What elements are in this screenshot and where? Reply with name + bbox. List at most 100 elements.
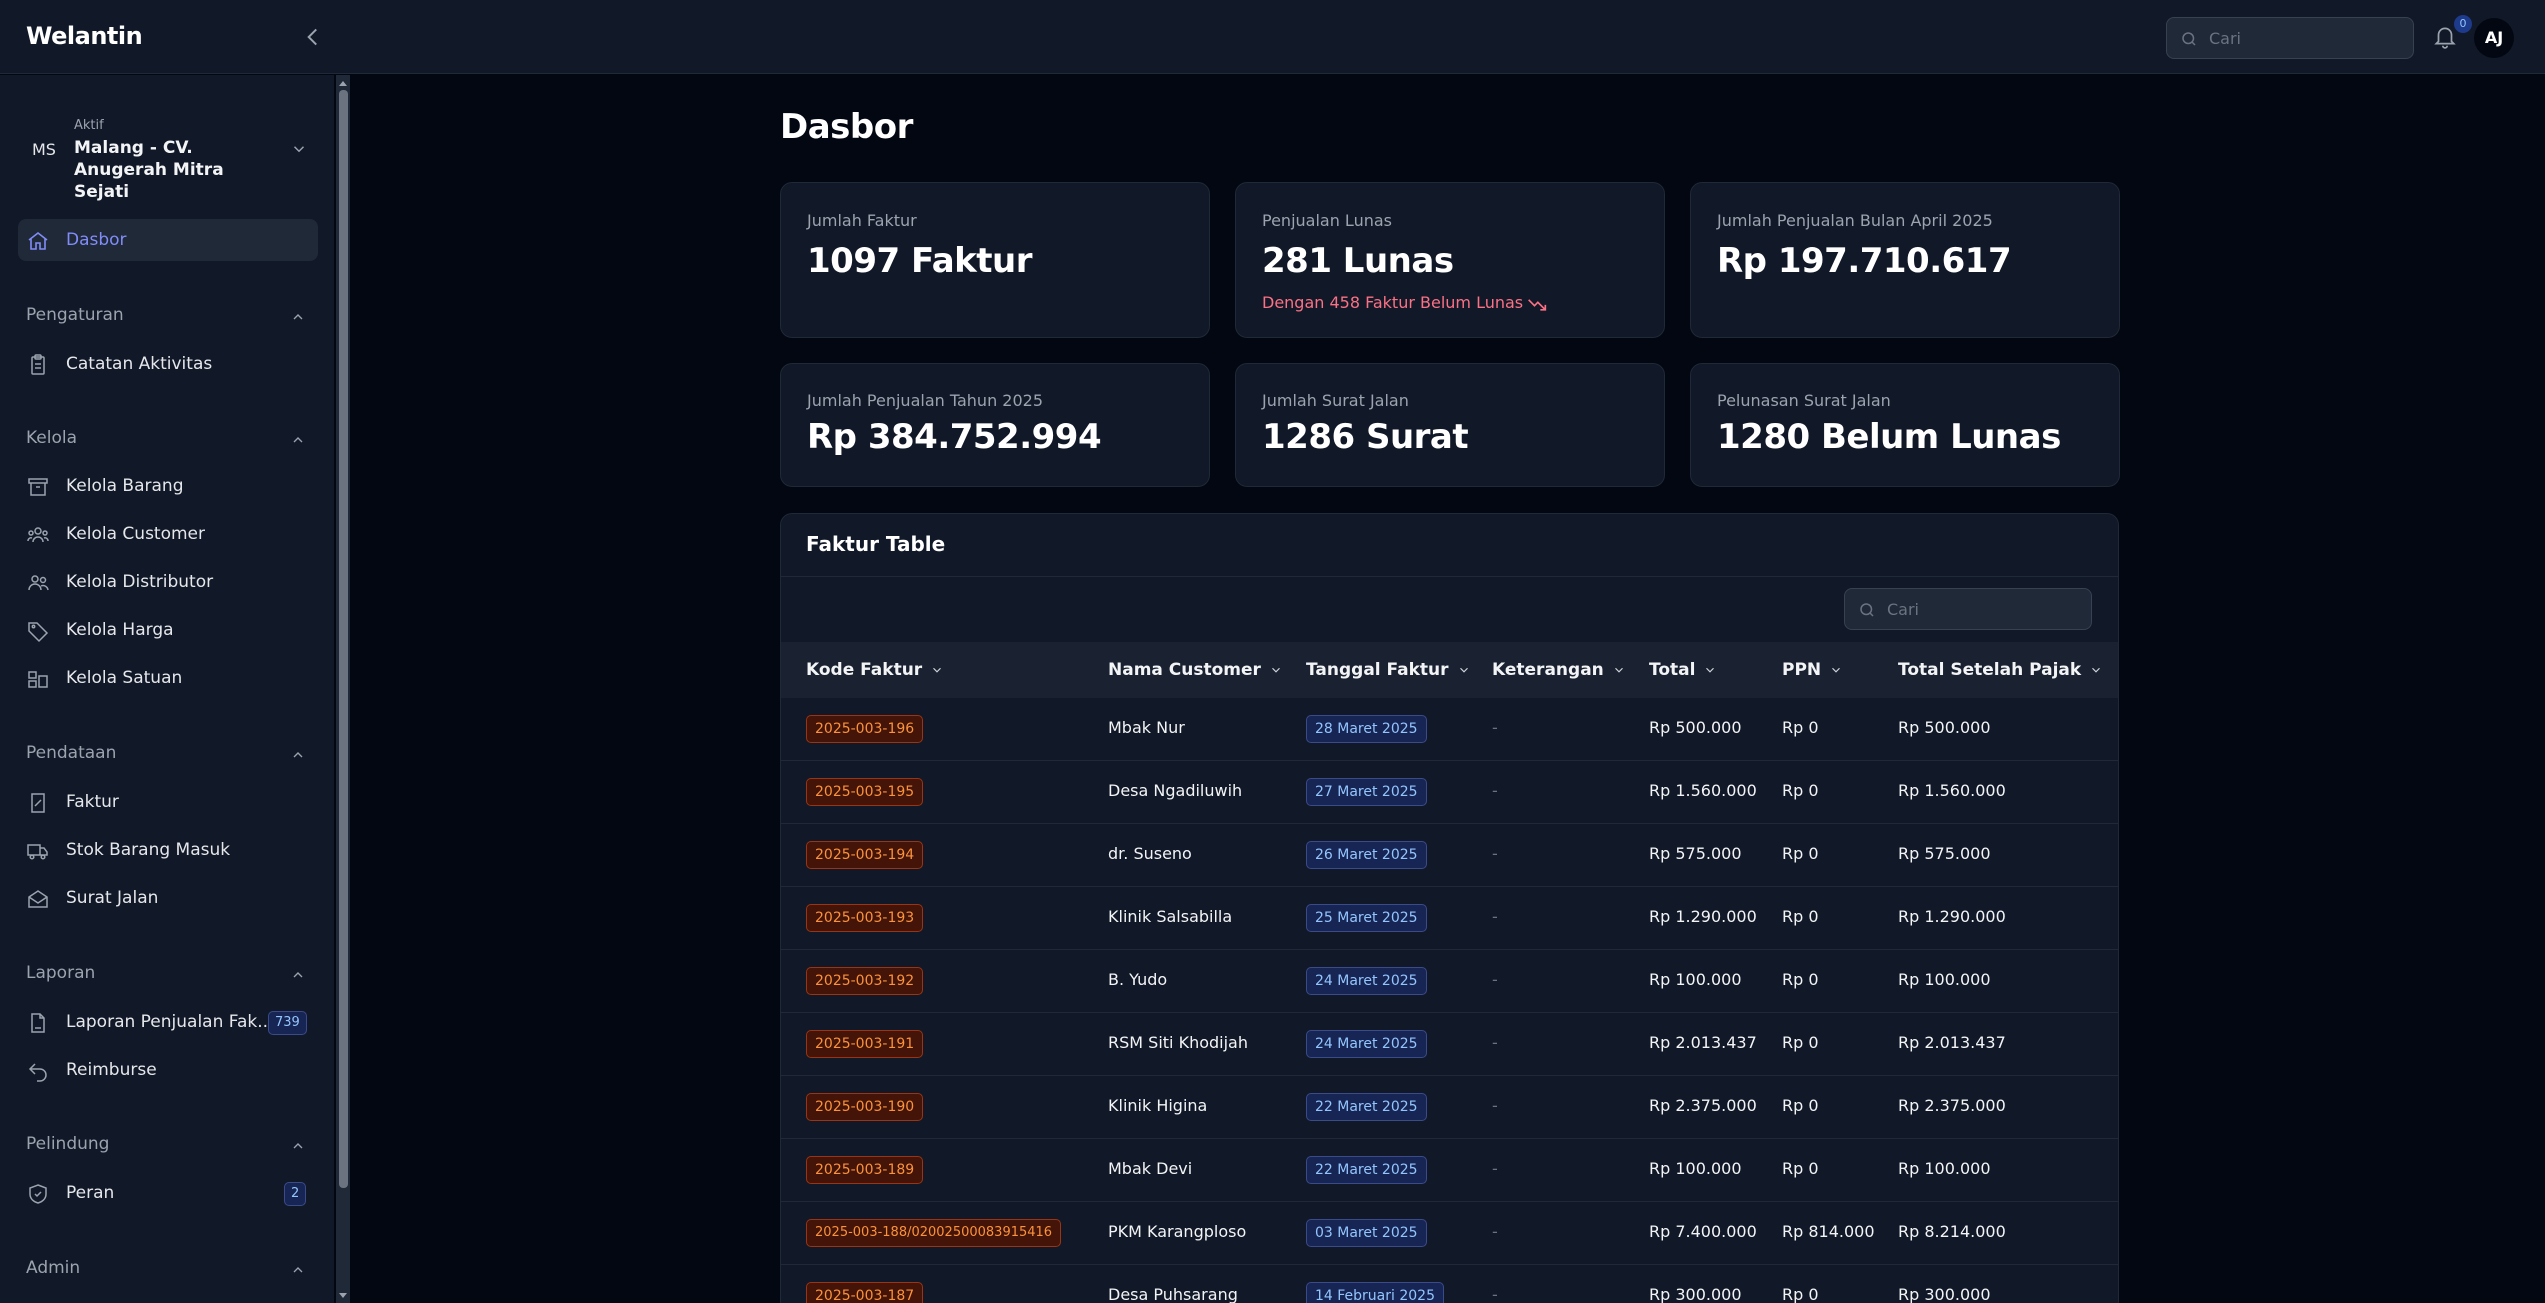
table-header: Kode Faktur Nama Customer Tanggal Faktur…	[781, 642, 2118, 698]
table-row[interactable]: 2025-003-195 Desa Ngadiluwih 27 Maret 20…	[781, 761, 2118, 824]
total-cell: Rp 1.290.000	[1649, 907, 1757, 926]
sidebar-item-kelola-barang[interactable]: Kelola Barang	[18, 465, 318, 507]
ppn-cell: Rp 814.000	[1782, 1222, 1875, 1241]
column-header-label: Tanggal Faktur	[1306, 660, 1449, 680]
chevron-down-icon	[1706, 667, 1715, 673]
user-avatar[interactable]: AJ	[2474, 18, 2514, 58]
total-after-tax-cell: Rp 1.560.000	[1898, 781, 2006, 800]
section-kelola[interactable]: Kelola	[26, 428, 306, 452]
chevron-down-icon	[933, 667, 942, 673]
sidebar-item-label: Kelola Barang	[66, 476, 184, 496]
column-header-kode-faktur[interactable]: Kode Faktur	[806, 660, 944, 680]
column-header-label: Total Setelah Pajak	[1898, 660, 2082, 680]
org-switcher[interactable]: MS Aktif Malang - CV. Anugerah Mitra Sej…	[18, 110, 318, 202]
sidebar-item-kelola-satuan[interactable]: Kelola Satuan	[18, 657, 318, 699]
sidebar-item-faktur[interactable]: Faktur	[18, 781, 318, 823]
column-header-label: Total	[1649, 660, 1696, 680]
stat-value: Rp 384.752.994	[807, 417, 1102, 457]
column-header-ppn[interactable]: PPN	[1782, 660, 1843, 680]
total-cell: Rp 300.000	[1649, 1285, 1742, 1303]
sidebar-item-kelola-distributor[interactable]: Kelola Distributor	[18, 561, 318, 603]
tanggal-badge: 24 Maret 2025	[1306, 967, 1427, 995]
total-after-tax-cell: Rp 300.000	[1898, 1285, 1991, 1303]
global-search[interactable]	[2166, 17, 2414, 59]
column-header-total-setelah-pajak[interactable]: Total Setelah Pajak	[1898, 660, 2103, 680]
stat-card-pelunasan-surat-jalan: Pelunasan Surat Jalan 1280 Belum Lunas	[1690, 363, 2120, 487]
tanggal-badge: 24 Maret 2025	[1306, 1030, 1427, 1058]
stat-value: Rp 197.710.617	[1717, 241, 2012, 281]
sidebar-item-surat-jalan[interactable]: Surat Jalan	[18, 877, 318, 919]
total-after-tax-cell: Rp 2.013.437	[1898, 1033, 2006, 1052]
sidebar-item-label: Stok Barang Masuk	[66, 840, 231, 860]
keterangan-cell: -	[1492, 1159, 1498, 1178]
ppn-cell: Rp 0	[1782, 1033, 1819, 1052]
keterangan-cell: -	[1492, 970, 1498, 989]
table-row[interactable]: 2025-003-189 Mbak Devi 22 Maret 2025 - R…	[781, 1139, 2118, 1202]
stat-title: Pelunasan Surat Jalan	[1717, 391, 1891, 410]
section-title: Kelola	[26, 428, 78, 448]
column-header-tanggal-faktur[interactable]: Tanggal Faktur	[1306, 660, 1471, 680]
chevron-up-icon	[293, 437, 303, 443]
collapse-sidebar-button[interactable]	[300, 24, 326, 50]
table-row[interactable]: 2025-003-188/02002500083915416 PKM Karan…	[781, 1202, 2118, 1265]
app-logo[interactable]: Welantin	[26, 22, 143, 50]
total-after-tax-cell: Rp 500.000	[1898, 718, 1991, 737]
sidebar-item-kelola-customer[interactable]: Kelola Customer	[18, 513, 318, 555]
sidebar-scrollbar-thumb[interactable]	[339, 90, 348, 1188]
table-row[interactable]: 2025-003-187 Desa Puhsarang 14 Februari …	[781, 1265, 2118, 1303]
stat-title: Jumlah Faktur	[807, 211, 917, 230]
sidebar-item-label: Kelola Distributor	[66, 572, 214, 592]
user-group-icon	[28, 575, 49, 591]
chevron-left-icon	[307, 28, 317, 46]
table-row[interactable]: 2025-003-190 Klinik Higina 22 Maret 2025…	[781, 1076, 2118, 1139]
table-row[interactable]: 2025-003-192 B. Yudo 24 Maret 2025 - Rp …	[781, 950, 2118, 1013]
sidebar-item-reimburse[interactable]: Reimburse	[18, 1049, 318, 1091]
tanggal-badge: 22 Maret 2025	[1306, 1093, 1427, 1121]
scroll-down-arrow-icon[interactable]	[337, 1291, 349, 1301]
org-name: Malang - CV. Anugerah Mitra Sejati	[74, 138, 224, 202]
table-row[interactable]: 2025-003-191 RSM Siti Khodijah 24 Maret …	[781, 1013, 2118, 1076]
table-row[interactable]: 2025-003-193 Klinik Salsabilla 25 Maret …	[781, 887, 2118, 950]
sidebar-item-label: Catatan Aktivitas	[66, 354, 213, 374]
table-search-input[interactable]	[1887, 589, 2077, 629]
total-after-tax-cell: Rp 8.214.000	[1898, 1222, 2006, 1241]
table-row[interactable]: 2025-003-194 dr. Suseno 26 Maret 2025 - …	[781, 824, 2118, 887]
tanggal-badge: 28 Maret 2025	[1306, 715, 1427, 743]
section-title: Pelindung	[26, 1134, 110, 1154]
section-admin[interactable]: Admin	[26, 1258, 306, 1282]
sidebar-item-stok-barang-masuk[interactable]: Stok Barang Masuk	[18, 829, 318, 871]
column-header-total[interactable]: Total	[1649, 660, 1717, 680]
ppn-cell: Rp 0	[1782, 907, 1819, 926]
receipt-icon	[31, 793, 45, 813]
stat-value: 1280 Belum Lunas	[1717, 417, 2061, 457]
sidebar-item-peran[interactable]: Peran 2	[18, 1172, 318, 1214]
envelope-icon	[28, 890, 48, 908]
archive-icon	[28, 478, 48, 496]
column-header-label: PPN	[1782, 660, 1822, 680]
sidebar-item-label: Kelola Satuan	[66, 668, 183, 688]
table-row[interactable]: 2025-003-196 Mbak Nur 28 Maret 2025 - Rp…	[781, 698, 2118, 761]
sidebar-item-kelola-harga[interactable]: Kelola Harga	[18, 609, 318, 651]
global-search-input[interactable]	[2209, 18, 2399, 58]
users-icon	[27, 527, 49, 543]
sidebar-item-label: Peran	[66, 1183, 115, 1203]
table-search[interactable]	[1844, 588, 2092, 630]
tag-icon	[28, 622, 49, 643]
sidebar-item-laporan-penjualan[interactable]: Laporan Penjualan Fak... 739	[18, 1001, 318, 1043]
ppn-cell: Rp 0	[1782, 1159, 1819, 1178]
column-header-nama-customer[interactable]: Nama Customer	[1108, 660, 1283, 680]
section-pelindung[interactable]: Pelindung	[26, 1134, 306, 1158]
sidebar-item-dasbor[interactable]: Dasbor	[18, 219, 318, 261]
total-after-tax-cell: Rp 575.000	[1898, 844, 1991, 863]
chevron-down-icon	[293, 146, 305, 153]
section-pendataan[interactable]: Pendataan	[26, 743, 306, 767]
total-cell: Rp 100.000	[1649, 1159, 1742, 1178]
sidebar-item-catatan-aktivitas[interactable]: Catatan Aktivitas	[18, 343, 318, 385]
tanggal-badge: 14 Februari 2025	[1306, 1282, 1444, 1303]
scroll-up-arrow-icon[interactable]	[337, 78, 349, 88]
kode-faktur-badge: 2025-003-194	[806, 841, 924, 869]
column-header-keterangan[interactable]: Keterangan	[1492, 660, 1626, 680]
section-pengaturan[interactable]: Pengaturan	[26, 305, 306, 329]
column-header-label: Keterangan	[1492, 660, 1604, 680]
section-laporan[interactable]: Laporan	[26, 963, 306, 987]
